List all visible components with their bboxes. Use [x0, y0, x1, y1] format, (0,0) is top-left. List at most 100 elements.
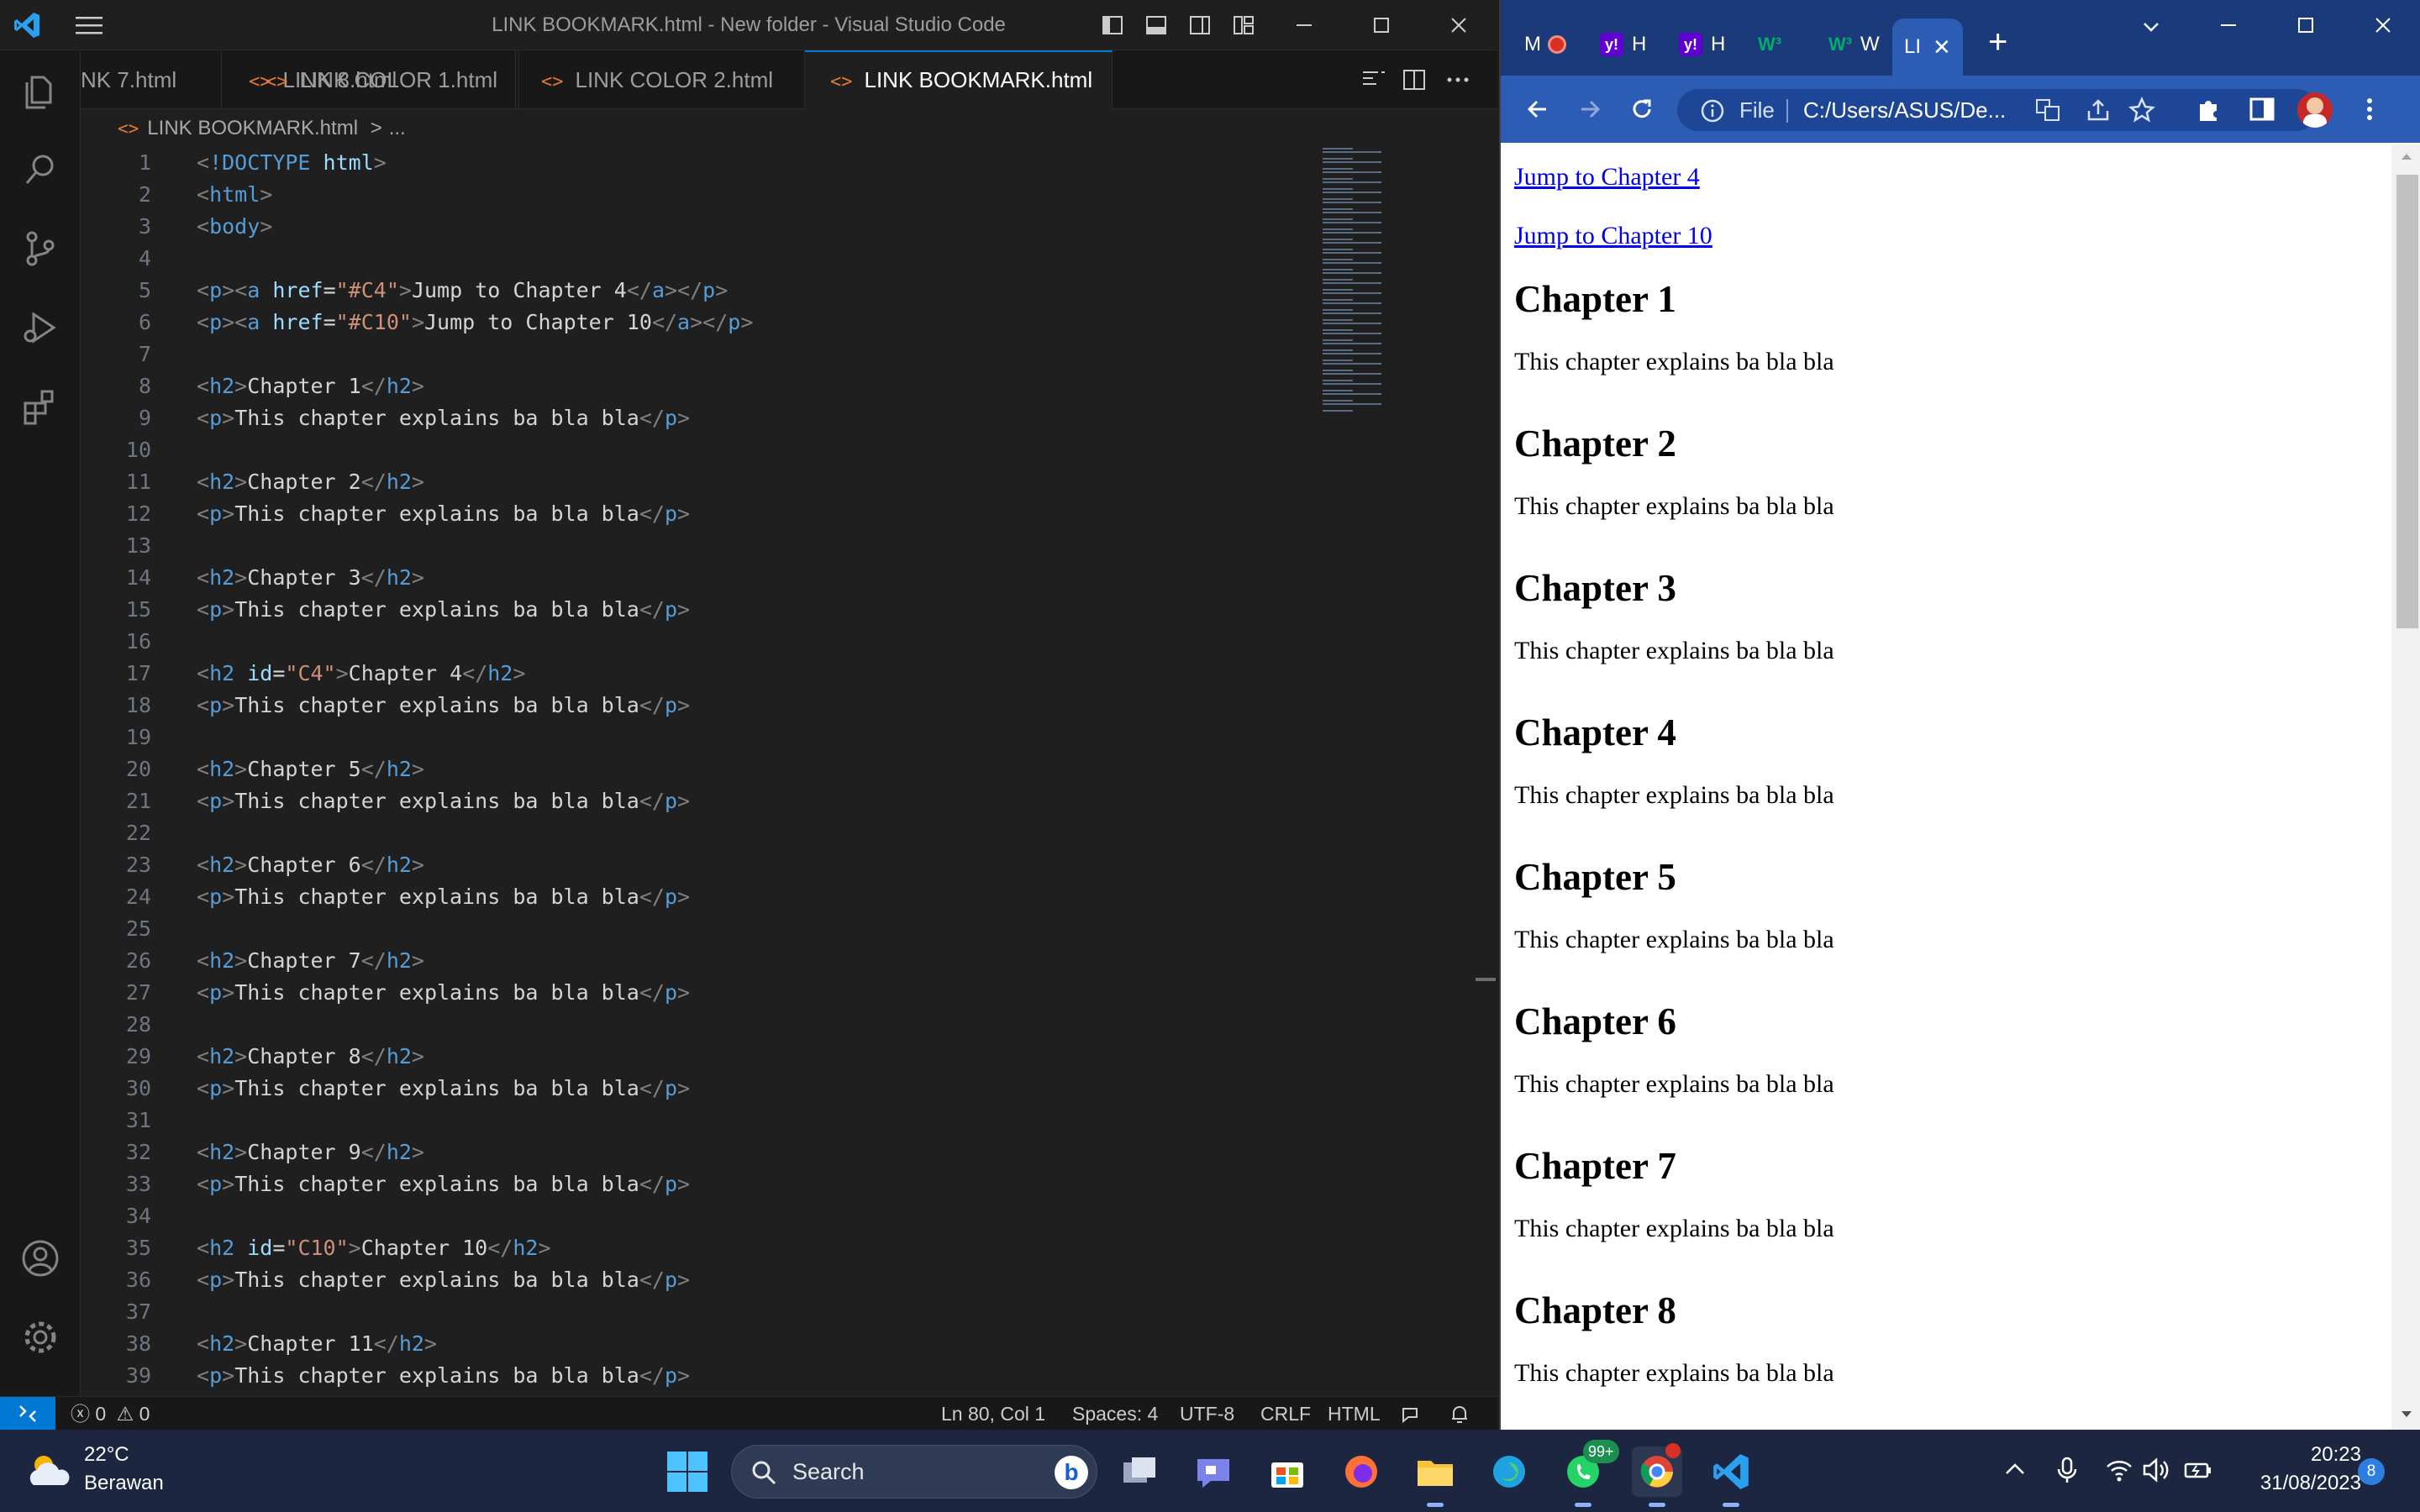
line-ending[interactable]: CRLF [1260, 1397, 1311, 1431]
extensions-puzzle-icon[interactable] [2193, 94, 2223, 124]
scroll-up-arrow-icon[interactable] [2398, 150, 2415, 163]
encoding[interactable]: UTF-8 [1180, 1397, 1234, 1431]
whatsapp-button[interactable]: 99+ [1558, 1440, 1619, 1507]
chrome-tab-w3schools-2[interactable]: W³ W [1828, 24, 1880, 66]
microphone-icon[interactable] [2052, 1455, 2082, 1485]
code-line[interactable]: 11 <h2>Chapter 2</h2> [81, 466, 1307, 498]
translate-icon[interactable] [2033, 96, 2062, 124]
code-line[interactable]: 25 [81, 913, 1307, 945]
code-line[interactable]: 14 <h2>Chapter 3</h2> [81, 562, 1307, 594]
code-line[interactable]: 13 [81, 530, 1307, 562]
code-line[interactable]: 3 <body> [81, 211, 1307, 243]
minimize-button[interactable] [1265, 0, 1343, 50]
side-panel-icon[interactable] [2247, 94, 2277, 124]
tab-link-color-2[interactable]: <> LINK COLOR 2.html [516, 50, 805, 109]
code-line[interactable]: 35 <h2 id="C10">Chapter 10</h2> [81, 1232, 1307, 1264]
share-icon[interactable] [2084, 96, 2112, 124]
code-editor[interactable]: 1 <!DOCTYPE html> 2 <html> 3 <body> 4 5 <p><a hr… [81, 144, 1497, 1396]
settings-gear-icon[interactable] [18, 1315, 62, 1359]
chrome-tab-gmail[interactable]: M [1524, 24, 1566, 66]
code-line[interactable]: 30 <p>This chapter explains ba bla bla</p… [81, 1073, 1307, 1105]
code-line[interactable]: 7 [81, 339, 1307, 370]
code-line[interactable]: 21 <p>This chapter explains ba bla bla</p… [81, 785, 1307, 817]
volume-icon[interactable] [2141, 1455, 2171, 1485]
code-line[interactable]: 38 <h2>Chapter 11</h2> [81, 1328, 1307, 1360]
code-line[interactable]: 36 <p>This chapter explains ba bla bla</p… [81, 1264, 1307, 1296]
code-line[interactable]: 17 <h2 id="C4">Chapter 4</h2> [81, 658, 1307, 690]
taskbar-search[interactable]: Search b [731, 1445, 1097, 1499]
chrome-tab-yahoo-1[interactable]: y! H [1600, 24, 1646, 66]
info-icon[interactable] [1699, 97, 1726, 124]
search-icon[interactable] [18, 148, 62, 192]
code-line[interactable]: 31 [81, 1105, 1307, 1137]
code-line[interactable]: 18 <p>This chapter explains ba bla bla</p… [81, 690, 1307, 722]
breadcrumb-rest[interactable]: ... [389, 117, 406, 139]
edge-button[interactable] [1484, 1446, 1534, 1497]
tab-link-color-1[interactable]: <> LINK COLOR 1.html [240, 50, 516, 109]
scrollbar-thumb[interactable] [2396, 175, 2418, 628]
teams-chat-button[interactable] [1188, 1446, 1239, 1497]
code-line[interactable]: 22 [81, 817, 1307, 849]
cursor-position[interactable]: Ln 80, Col 1 [941, 1397, 1045, 1431]
split-editor-icon[interactable] [1402, 67, 1427, 92]
breadcrumb-file[interactable]: LINK BOOKMARK.html [147, 117, 358, 139]
code-line[interactable]: 28 [81, 1009, 1307, 1041]
new-tab-button[interactable]: + [1988, 25, 2007, 59]
accounts-icon[interactable] [18, 1236, 62, 1280]
show-hidden-icons-icon[interactable] [2000, 1455, 2030, 1485]
explorer-icon[interactable] [18, 69, 62, 113]
indentation[interactable]: Spaces: 4 [1072, 1397, 1158, 1431]
tab-search-chevron-icon[interactable] [2139, 15, 2163, 39]
vscode-taskbar-button[interactable] [1706, 1446, 1756, 1507]
task-view-button[interactable] [1114, 1446, 1165, 1497]
code-line[interactable]: 9 <p>This chapter explains ba bla bla</p> [81, 402, 1307, 434]
close-tab-icon[interactable]: ✕ [1111, 66, 1112, 92]
weather-widget[interactable]: 22°C Berawan [24, 1441, 208, 1500]
code-line[interactable]: 5 <p><a href="#C4">Jump to Chapter 4</a><… [81, 275, 1307, 307]
chrome-close-button[interactable] [2344, 0, 2420, 50]
microsoft-store-button[interactable] [1262, 1446, 1313, 1497]
reload-icon[interactable] [1627, 94, 1657, 124]
chrome-maximize-button[interactable] [2267, 0, 2344, 50]
run-debug-icon[interactable] [18, 306, 62, 349]
problems-indicator[interactable]: ⓧ 0 ⚠ 0 [71, 1397, 150, 1431]
maximize-button[interactable] [1343, 0, 1420, 50]
toggle-panel-icon[interactable] [1144, 13, 1168, 37]
clock-date[interactable]: 31/08/2023 [2227, 1472, 2361, 1495]
code-line[interactable]: 12 <p>This chapter explains ba bla bla</p… [81, 498, 1307, 530]
more-actions-icon[interactable] [1445, 71, 1470, 89]
scroll-down-arrow-icon[interactable] [2398, 1408, 2415, 1421]
code-line[interactable]: 32 <h2>Chapter 9</h2> [81, 1137, 1307, 1168]
code-line[interactable]: 10 [81, 434, 1307, 466]
chrome-minimize-button[interactable] [2190, 0, 2267, 50]
chrome-tab-w3schools-1[interactable]: W³ [1758, 24, 1790, 66]
code-line[interactable]: 23 <h2>Chapter 6</h2> [81, 849, 1307, 881]
menu-hamburger-icon[interactable] [74, 12, 104, 39]
page-link[interactable]: Jump to Chapter 10 [1514, 222, 1712, 250]
bing-icon[interactable]: b [1055, 1456, 1088, 1489]
notification-count-badge[interactable]: 8 [2358, 1458, 2385, 1485]
chrome-menu-icon[interactable] [2354, 94, 2385, 124]
customize-layout-icon[interactable] [1232, 13, 1255, 37]
code-line[interactable]: 6 <p><a href="#C10">Jump to Chapter 10</a… [81, 307, 1307, 339]
language-mode[interactable]: HTML [1328, 1397, 1381, 1431]
tab-link-bookmark[interactable]: <> LINK BOOKMARK.html ✕ [805, 50, 1113, 109]
code-line[interactable]: 4 [81, 243, 1307, 275]
back-icon[interactable] [1523, 94, 1553, 124]
chrome-tab-active[interactable]: LI ✕ [1892, 18, 1963, 76]
code-line[interactable]: 8 <h2>Chapter 1</h2> [81, 370, 1307, 402]
notifications-bell-icon[interactable] [1449, 1404, 1470, 1425]
outline-icon[interactable] [1361, 69, 1386, 91]
windows-start-icon[interactable] [666, 1450, 709, 1494]
code-line[interactable]: 34 [81, 1200, 1307, 1232]
page-link[interactable]: Jump to Chapter 4 [1514, 163, 1700, 192]
close-window-button[interactable] [1420, 0, 1497, 50]
file-explorer-button[interactable] [1410, 1446, 1460, 1507]
minimap[interactable] [1321, 144, 1397, 413]
chrome-tab-yahoo-2[interactable]: y! H [1679, 24, 1725, 66]
forward-icon[interactable] [1575, 94, 1605, 124]
chrome-button[interactable] [1632, 1443, 1682, 1507]
close-tab-icon[interactable]: ✕ [1933, 34, 1951, 60]
feedback-icon[interactable] [1400, 1404, 1422, 1425]
code-line[interactable]: 33 <p>This chapter explains ba bla bla</p… [81, 1168, 1307, 1200]
